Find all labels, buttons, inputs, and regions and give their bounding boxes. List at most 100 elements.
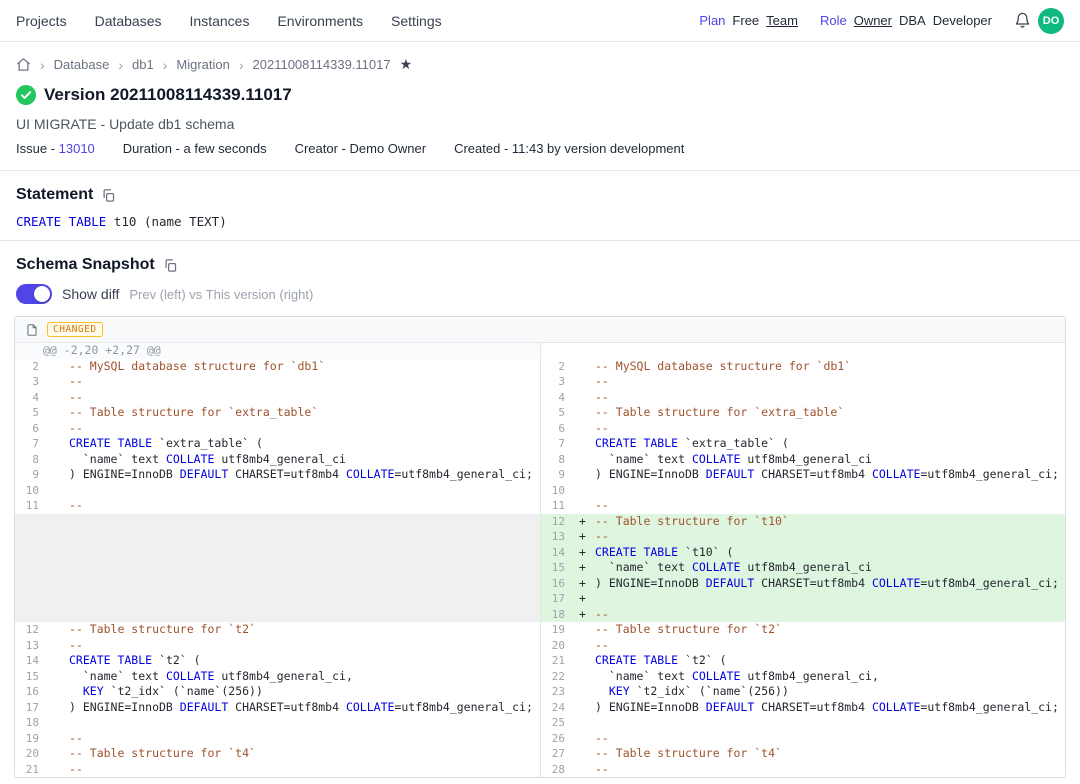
diff-line: 13-- — [15, 638, 540, 654]
line-number — [15, 607, 45, 623]
diff-sign — [45, 576, 69, 592]
meta-created: Created - 11:43 by version development — [454, 141, 684, 156]
diff-sign — [45, 731, 69, 747]
diff-line: 7CREATE TABLE `extra_table` ( — [541, 436, 1065, 452]
diff-line: 8 `name` text COLLATE utf8mb4_general_ci — [541, 452, 1065, 468]
line-number: 26 — [541, 731, 571, 747]
chevron-right-icon: › — [118, 58, 123, 72]
user-avatar[interactable]: DO — [1038, 8, 1064, 34]
line-number: 17 — [541, 591, 571, 607]
line-number: 10 — [541, 483, 571, 499]
line-content — [595, 483, 1065, 499]
notifications-bell-icon[interactable] — [1014, 12, 1031, 29]
issue-link[interactable]: 13010 — [59, 141, 95, 156]
line-number: 8 — [15, 452, 45, 468]
nav-projects[interactable]: Projects — [16, 13, 67, 29]
line-number: 7 — [541, 436, 571, 452]
line-number: 17 — [15, 700, 45, 716]
diff-line: 15 `name` text COLLATE utf8mb4_general_c… — [15, 669, 540, 685]
show-diff-toggle[interactable] — [16, 284, 52, 304]
breadcrumb-version[interactable]: 20211008114339.11017 — [253, 57, 391, 72]
top-navigation: Projects Databases Instances Environment… — [0, 0, 1080, 42]
line-number — [15, 591, 45, 607]
diff-sign — [571, 638, 595, 654]
diff-sign — [571, 343, 595, 359]
diff-line: 18+-- — [541, 607, 1065, 623]
role-developer: Developer — [933, 13, 992, 28]
plan-tier: Free — [732, 13, 759, 28]
line-number: 18 — [15, 715, 45, 731]
line-content — [69, 560, 540, 576]
line-number: 16 — [541, 576, 571, 592]
breadcrumb-migration[interactable]: Migration — [176, 57, 229, 72]
line-content — [69, 514, 540, 530]
line-number: 14 — [541, 545, 571, 561]
diff-sign: + — [571, 607, 595, 623]
line-content: -- — [595, 390, 1065, 406]
nav-instances[interactable]: Instances — [190, 13, 250, 29]
role-label-link[interactable]: Role — [820, 13, 847, 28]
diff-line: 6-- — [541, 421, 1065, 437]
favorite-star-icon[interactable]: ★ — [400, 56, 413, 73]
diff-sign — [45, 436, 69, 452]
diff-sign: + — [571, 529, 595, 545]
diff-sign — [571, 653, 595, 669]
breadcrumb-db1[interactable]: db1 — [132, 57, 154, 72]
diff-sign — [45, 452, 69, 468]
nav-settings[interactable]: Settings — [391, 13, 442, 29]
diff-line: 27-- Table structure for `t4` — [541, 746, 1065, 762]
breadcrumb-database[interactable]: Database — [54, 57, 110, 72]
line-number: 6 — [15, 421, 45, 437]
line-content: `name` text COLLATE utf8mb4_general_ci — [595, 452, 1065, 468]
nav-databases[interactable]: Databases — [95, 13, 162, 29]
line-content — [69, 545, 540, 561]
diff-sign — [45, 591, 69, 607]
line-content: -- — [595, 498, 1065, 514]
diff-line: 5-- Table structure for `extra_table` — [541, 405, 1065, 421]
line-number — [15, 545, 45, 561]
line-content: -- Table structure for `t4` — [595, 746, 1065, 762]
diff-sign — [571, 684, 595, 700]
line-number: 2 — [541, 359, 571, 375]
line-content: `name` text COLLATE utf8mb4_general_ci, — [595, 669, 1065, 685]
page-title: Version 20211008114339.11017 — [44, 85, 292, 105]
line-number: 8 — [541, 452, 571, 468]
chevron-right-icon: › — [239, 58, 244, 72]
issue-label: Issue - — [16, 141, 55, 156]
line-number: 5 — [541, 405, 571, 421]
plan-label-link[interactable]: Plan — [699, 13, 725, 28]
diff-line: 20-- Table structure for `t4` — [15, 746, 540, 762]
diff-sign — [571, 421, 595, 437]
line-content — [595, 591, 1065, 607]
diff-sign — [45, 483, 69, 499]
diff-line: 9) ENGINE=InnoDB DEFAULT CHARSET=utf8mb4… — [15, 467, 540, 483]
diff-sign: + — [571, 545, 595, 561]
plan-team-link[interactable]: Team — [766, 13, 798, 28]
show-diff-label: Show diff — [62, 286, 119, 302]
diff-left-column: @@ -2,20 +2,27 @@2-- MySQL database stru… — [15, 343, 540, 777]
line-content: -- — [69, 421, 540, 437]
copy-statement-icon[interactable] — [101, 188, 116, 203]
line-number: 3 — [541, 374, 571, 390]
chevron-right-icon: › — [40, 58, 45, 72]
line-content: -- — [69, 498, 540, 514]
line-content: -- — [595, 762, 1065, 778]
diff-line: 7CREATE TABLE `extra_table` ( — [15, 436, 540, 452]
schema-diff-panel: CHANGED @@ -2,20 +2,27 @@2-- MySQL datab… — [14, 316, 1066, 778]
diff-editor: @@ -2,20 +2,27 @@2-- MySQL database stru… — [15, 343, 1065, 777]
line-content: -- — [595, 731, 1065, 747]
diff-sign — [571, 746, 595, 762]
diff-line — [15, 560, 540, 576]
line-content: -- — [595, 529, 1065, 545]
home-icon[interactable] — [16, 57, 31, 72]
line-content: CREATE TABLE `t2` ( — [69, 653, 540, 669]
line-number: 19 — [15, 731, 45, 747]
breadcrumb: › Database › db1 › Migration › 202110081… — [0, 42, 1080, 73]
nav-environments[interactable]: Environments — [277, 13, 363, 29]
role-owner[interactable]: Owner — [854, 13, 892, 28]
divider — [0, 240, 1080, 241]
diff-line: @@ -2,20 +2,27 @@ — [15, 343, 540, 359]
diff-line: 19-- — [15, 731, 540, 747]
copy-snapshot-icon[interactable] — [163, 258, 178, 273]
show-diff-row: Show diff Prev (left) vs This version (r… — [0, 284, 1080, 304]
